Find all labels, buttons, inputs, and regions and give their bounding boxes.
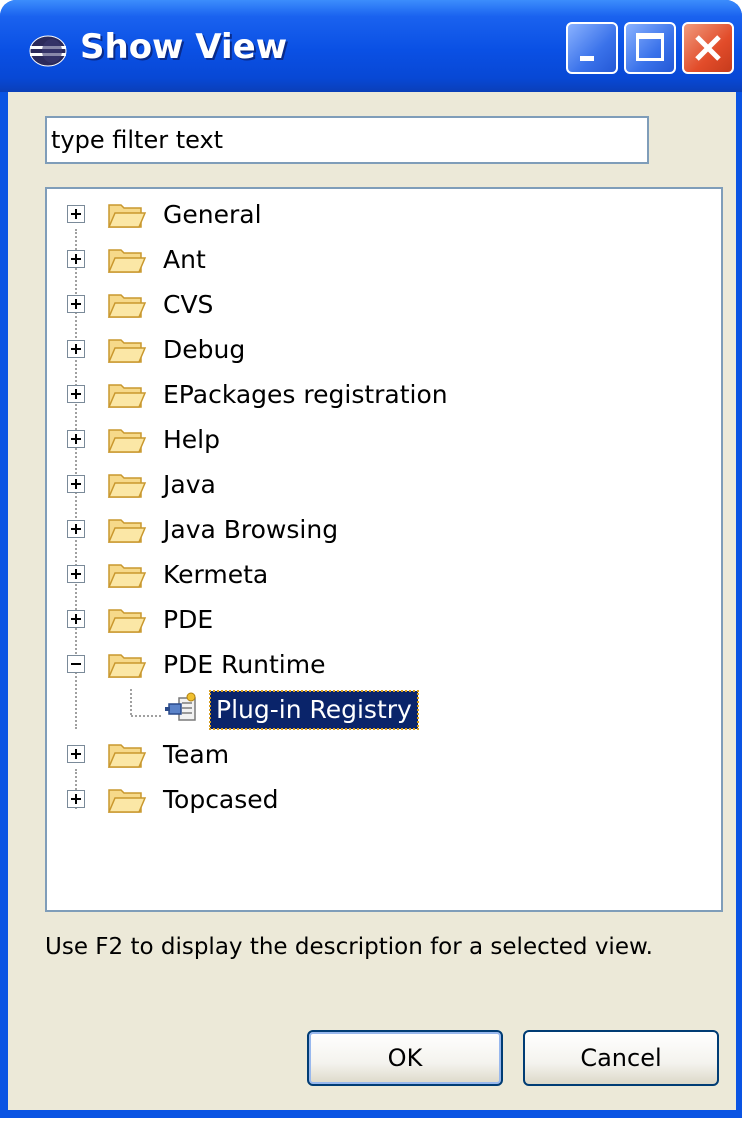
tree-item-cvs[interactable]: CVS: [47, 283, 721, 328]
expand-icon[interactable]: [67, 295, 85, 313]
folder-icon: [107, 294, 147, 318]
expand-icon[interactable]: [67, 205, 85, 223]
maximize-button[interactable]: [624, 22, 676, 74]
tree-item-kermeta[interactable]: Kermeta: [47, 553, 721, 598]
title-bar[interactable]: Show View: [0, 0, 742, 92]
close-icon: [695, 35, 721, 61]
folder-icon: [107, 339, 147, 363]
tree-item-ant[interactable]: Ant: [47, 238, 721, 283]
tree-item-pde-runtime[interactable]: PDE Runtime: [47, 643, 721, 688]
tree-item-label: General: [163, 200, 262, 229]
minimize-button[interactable]: [566, 22, 618, 74]
view-tree[interactable]: General Ant CVS Debug EPackages registra…: [45, 187, 723, 912]
expand-icon[interactable]: [67, 610, 85, 628]
tree-item-label: Topcased: [163, 785, 279, 814]
expand-icon[interactable]: [67, 790, 85, 808]
tree-item-plug-in-registry[interactable]: Plug-in Registry: [47, 688, 721, 733]
folder-icon: [107, 654, 147, 678]
eclipse-icon: [29, 35, 67, 67]
show-view-dialog: Show View type filter text General Ant C…: [0, 0, 742, 1118]
tree-item-pde[interactable]: PDE: [47, 598, 721, 643]
tree-item-label: EPackages registration: [163, 380, 448, 409]
expand-icon[interactable]: [67, 250, 85, 268]
collapse-icon[interactable]: [67, 655, 85, 673]
tree-item-label: Help: [163, 425, 220, 454]
tree-item-label: PDE Runtime: [163, 650, 326, 679]
folder-icon: [107, 249, 147, 273]
tree-item-label: Debug: [163, 335, 246, 364]
tree-item-label: PDE: [163, 605, 214, 634]
folder-icon: [107, 609, 147, 633]
folder-icon: [107, 789, 147, 813]
ok-button[interactable]: OK: [307, 1030, 503, 1086]
folder-icon: [107, 744, 147, 768]
expand-icon[interactable]: [67, 385, 85, 403]
tree-item-label: Java: [163, 470, 216, 499]
filter-input[interactable]: [45, 116, 649, 164]
tree-item-debug[interactable]: Debug: [47, 328, 721, 373]
tree-item-label: Team: [163, 740, 230, 769]
tree-item-epackages-registration[interactable]: EPackages registration: [47, 373, 721, 418]
folder-icon: [107, 204, 147, 228]
tree-item-java[interactable]: Java: [47, 463, 721, 508]
description-text: Use F2 to display the description for a …: [45, 934, 653, 960]
plugin-registry-icon: [165, 692, 196, 721]
expand-icon[interactable]: [67, 430, 85, 448]
tree-item-label-selected: Plug-in Registry: [209, 690, 419, 730]
close-button[interactable]: [682, 22, 734, 74]
tree-item-label: Ant: [163, 245, 206, 274]
cancel-button[interactable]: Cancel: [523, 1030, 719, 1086]
tree-item-label: Kermeta: [163, 560, 269, 589]
window-title: Show View: [80, 27, 288, 67]
expand-icon[interactable]: [67, 475, 85, 493]
folder-icon: [107, 384, 147, 408]
tree-item-topcased[interactable]: Topcased: [47, 778, 721, 823]
tree-item-help[interactable]: Help: [47, 418, 721, 463]
expand-icon[interactable]: [67, 340, 85, 358]
dialog-body: General Ant CVS: [8, 92, 736, 1110]
folder-icon: [107, 474, 147, 498]
tree-item-team[interactable]: Team: [47, 733, 721, 778]
folder-icon: [107, 429, 147, 453]
folder-icon: [107, 564, 147, 588]
tree-item-general[interactable]: General: [47, 193, 721, 238]
expand-icon[interactable]: [67, 565, 85, 583]
tree-item-label: Java Browsing: [163, 515, 339, 544]
folder-icon: [107, 519, 147, 543]
expand-icon[interactable]: [67, 520, 85, 538]
tree-item-java-browsing[interactable]: Java Browsing: [47, 508, 721, 553]
expand-icon[interactable]: [67, 745, 85, 763]
tree-item-label: CVS: [163, 290, 214, 319]
